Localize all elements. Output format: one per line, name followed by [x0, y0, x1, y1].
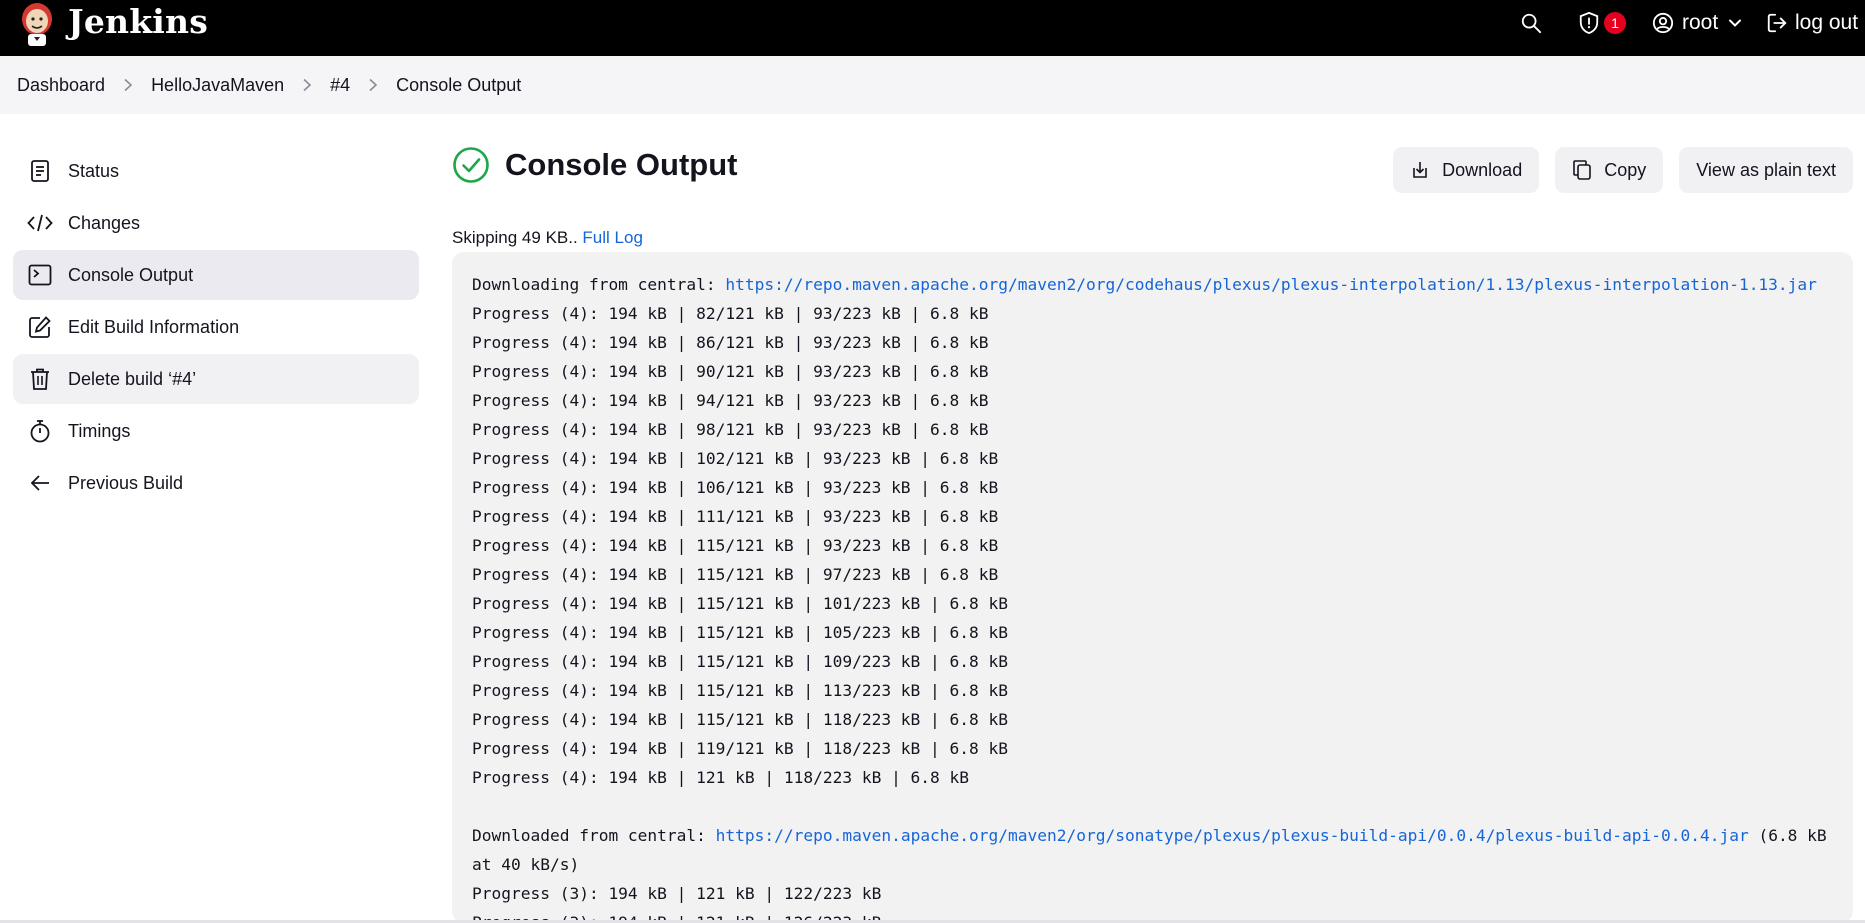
console-actions: Download Copy View as plain text [1377, 147, 1853, 193]
breadcrumb-job[interactable]: HelloJavaMaven [151, 75, 284, 96]
console-line: Progress (4): 194 kB | 106/121 kB | 93/2… [472, 478, 999, 497]
console-line: Progress (4): 194 kB | 90/121 kB | 93/22… [472, 362, 989, 381]
search-icon [1521, 13, 1542, 34]
chevron-down-icon [1729, 19, 1742, 27]
sidebar-item-status[interactable]: Status [13, 146, 419, 196]
chevron-right-icon [368, 78, 378, 92]
console-line: Progress (4): 194 kB | 86/121 kB | 93/22… [472, 333, 989, 352]
console-line: Progress (4): 194 kB | 82/121 kB | 93/22… [472, 304, 989, 323]
console-line: Progress (4): 194 kB | 115/121 kB | 97/2… [472, 565, 999, 584]
shield-alert-icon [1579, 11, 1599, 35]
user-menu[interactable]: root [1652, 0, 1742, 46]
terminal-icon [27, 262, 53, 288]
breadcrumb-dashboard[interactable]: Dashboard [17, 75, 105, 96]
logout-icon [1767, 13, 1787, 33]
sidebar-item-previous-build[interactable]: Previous Build [13, 458, 419, 508]
sidebar-item-label: Changes [68, 212, 141, 233]
top-header: Jenkins 1 root log out [0, 0, 1865, 56]
breadcrumb-current[interactable]: Console Output [396, 75, 521, 96]
console-line: Progress (4): 194 kB | 121 kB | 118/223 … [472, 768, 970, 787]
console-output[interactable]: Downloading from central: https://repo.m… [452, 252, 1853, 923]
jenkins-butler-icon [22, 3, 52, 46]
jenkins-logo[interactable] [18, 0, 56, 48]
sidebar: Status Changes Console Output Edit Build… [13, 146, 419, 510]
code-icon [27, 210, 53, 236]
user-name: root [1682, 11, 1719, 34]
arrow-left-icon [27, 470, 53, 496]
brand-title[interactable]: Jenkins [68, 2, 208, 41]
console-line: Progress (3): 194 kB | 121 kB | 122/223 … [472, 884, 882, 903]
console-line: Downloaded from central: https://repo.ma… [472, 826, 1827, 845]
success-check-icon [453, 147, 489, 183]
sidebar-item-label: Edit Build Information [68, 316, 240, 337]
search-button[interactable] [1520, 0, 1542, 46]
page-title: Console Output [505, 147, 738, 182]
console-line: Progress (4): 194 kB | 119/121 kB | 118/… [472, 739, 1009, 758]
full-log-link[interactable]: Full Log [582, 228, 642, 247]
artifact-link[interactable]: https://repo.maven.apache.org/maven2/org… [725, 275, 1817, 294]
download-button[interactable]: Download [1393, 147, 1540, 193]
copy-label: Copy [1604, 159, 1647, 180]
sidebar-item-console-output[interactable]: Console Output [13, 250, 419, 300]
copy-button[interactable]: Copy [1555, 147, 1664, 193]
console-line: Progress (4): 194 kB | 115/121 kB | 93/2… [472, 536, 999, 555]
download-label: Download [1442, 159, 1523, 180]
sidebar-item-label: Previous Build [68, 472, 184, 493]
page-heading: Console Output [452, 146, 737, 184]
console-line: Progress (4): 194 kB | 115/121 kB | 113/… [472, 681, 1009, 700]
artifact-link[interactable]: https://repo.maven.apache.org/maven2/org… [716, 826, 1749, 845]
copy-icon [1572, 159, 1592, 181]
console-line: Progress (4): 194 kB | 115/121 kB | 101/… [472, 594, 1009, 613]
console-line: Progress (4): 194 kB | 115/121 kB | 109/… [472, 652, 1009, 671]
sidebar-item-label: Delete build ‘#4’ [68, 368, 197, 389]
status-icon [27, 158, 53, 184]
view-plain-text-label: View as plain text [1696, 159, 1836, 180]
sidebar-item-label: Console Output [68, 264, 194, 285]
chevron-right-icon [302, 78, 312, 92]
skip-notice: Skipping 49 KB.. Full Log [452, 228, 643, 248]
console-line: Progress (4): 194 kB | 102/121 kB | 93/2… [472, 449, 999, 468]
console-line: Downloading from central: https://repo.m… [472, 275, 1817, 294]
console-line: at 40 kB/s) [472, 855, 580, 874]
sidebar-item-label: Status [68, 160, 120, 181]
user-avatar-icon [1652, 12, 1674, 34]
console-line: Progress (4): 194 kB | 98/121 kB | 93/22… [472, 420, 989, 439]
edit-icon [27, 314, 53, 340]
download-icon [1410, 160, 1430, 180]
security-count-badge: 1 [1604, 12, 1626, 34]
console-line: Progress (4): 194 kB | 115/121 kB | 105/… [472, 623, 1009, 642]
sidebar-item-delete-build[interactable]: Delete build ‘#4’ [13, 354, 419, 404]
chevron-right-icon [123, 78, 133, 92]
skip-text: Skipping 49 KB.. [452, 228, 583, 247]
breadcrumb: Dashboard HelloJavaMaven #4 Console Outp… [0, 56, 1865, 114]
sidebar-item-timings[interactable]: Timings [13, 406, 419, 456]
view-plain-text-button[interactable]: View as plain text [1679, 147, 1853, 193]
sidebar-item-changes[interactable]: Changes [13, 198, 419, 248]
sidebar-item-edit-build-information[interactable]: Edit Build Information [13, 302, 419, 352]
security-alerts-button[interactable]: 1 [1578, 0, 1626, 46]
stopwatch-icon [27, 418, 53, 444]
breadcrumb-build[interactable]: #4 [330, 75, 350, 96]
logout-link[interactable]: log out [1766, 0, 1858, 46]
console-line: Progress (4): 194 kB | 111/121 kB | 93/2… [472, 507, 999, 526]
trash-icon [27, 366, 53, 392]
console-line: Progress (4): 194 kB | 94/121 kB | 93/22… [472, 391, 989, 410]
sidebar-item-label: Timings [68, 420, 131, 441]
logout-label: log out [1795, 11, 1859, 34]
console-line: Progress (4): 194 kB | 115/121 kB | 118/… [472, 710, 1009, 729]
